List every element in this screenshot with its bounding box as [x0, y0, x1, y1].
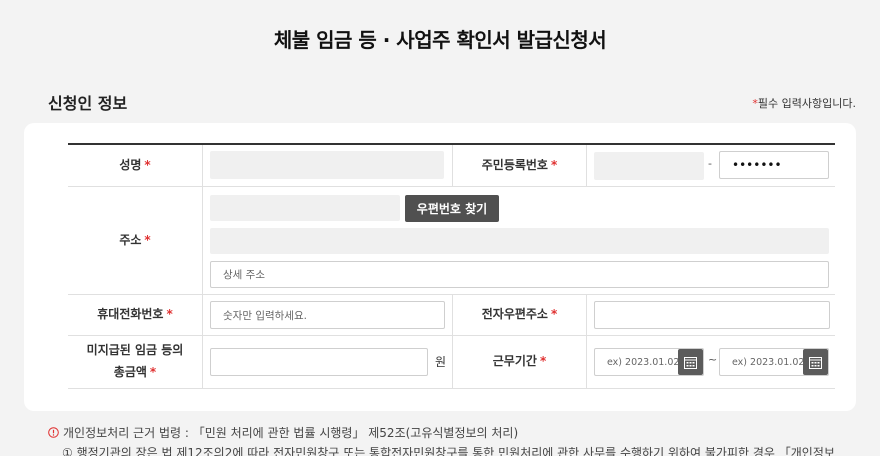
work-period-cell: ex) 2023.01.02 ~ ex) 2023.01.02: [586, 336, 835, 388]
unpaid-amount-cell: 원: [202, 336, 452, 388]
postcode-field[interactable]: [210, 195, 400, 221]
rrn-cell: - •••••••: [586, 145, 835, 186]
address-cell: 우편번호 찾기 상세 주소: [202, 187, 835, 294]
privacy-notice-detail: ① 행정기관의 장은 법 제12조의2에 따라 전자민원창구 또는 통합전자민원…: [62, 446, 835, 456]
rrn-front-field[interactable]: [594, 152, 704, 180]
form-row-amount: 미지급된 임금 등의 총금액 * 원 근무기간 * ex) 2023.01.02 ~ …: [68, 336, 835, 389]
period-separator: ~: [708, 353, 718, 366]
won-unit: 원: [435, 355, 447, 369]
required-note: *필수 입력사항입니다.: [752, 95, 856, 111]
email-input[interactable]: [594, 301, 830, 329]
rrn-dash: -: [708, 157, 712, 170]
postcode-search-button[interactable]: 우편번호 찾기: [405, 195, 499, 222]
form-row-contact: 휴대전화번호 * 숫자만 입력하세요. 전자우편주소 *: [68, 295, 835, 336]
phone-label: 휴대전화번호 *: [97, 307, 173, 322]
required-note-text: 필수 입력사항입니다.: [757, 97, 856, 110]
form-row-name: 성명 * 주민등록번호 * - •••••••: [68, 145, 835, 187]
name-cell: [202, 145, 452, 186]
name-label: 성명 *: [119, 157, 151, 172]
applicant-form: 성명 * 주민등록번호 * - ••••••• 주소 * 우편번호 찾기 상세 주소: [68, 143, 835, 389]
alert-circle-icon: [48, 427, 59, 440]
address-detail-input[interactable]: 상세 주소: [210, 261, 829, 288]
phone-cell: 숫자만 입력하세요.: [202, 295, 452, 335]
address-label: 주소 *: [119, 232, 151, 247]
name-field[interactable]: [210, 151, 444, 179]
privacy-notice: 개인정보처리 근거 법령 : 「민원 처리에 관한 법률 시행령」 제52조(고…: [48, 424, 518, 441]
page-title: 체불 임금 등 · 사업주 확인서 발급신청서: [273, 28, 607, 52]
unpaid-amount-input[interactable]: [210, 348, 428, 376]
unpaid-amount-label: 미지급된 임금 등의 총금액 *: [86, 343, 184, 379]
work-period-label: 근무기간 *: [452, 336, 586, 388]
address-field[interactable]: [210, 228, 829, 254]
calendar-icon[interactable]: [678, 349, 703, 375]
rrn-back-field[interactable]: •••••••: [719, 151, 829, 179]
email-label: 전자우편주소 *: [452, 295, 586, 335]
privacy-notice-text: 개인정보처리 근거 법령 : 「민원 처리에 관한 법률 시행령」 제52조(고…: [63, 426, 519, 440]
form-row-address: 주소 * 우편번호 찾기 상세 주소: [68, 187, 835, 295]
section-title: 신청인 정보: [48, 94, 128, 113]
phone-input[interactable]: 숫자만 입력하세요.: [210, 301, 445, 329]
calendar-icon[interactable]: [803, 349, 828, 375]
rrn-label: 주민등록번호 *: [452, 145, 586, 186]
applicant-info-card: 성명 * 주민등록번호 * - ••••••• 주소 * 우편번호 찾기 상세 주소: [24, 123, 856, 411]
email-cell: [586, 295, 835, 335]
